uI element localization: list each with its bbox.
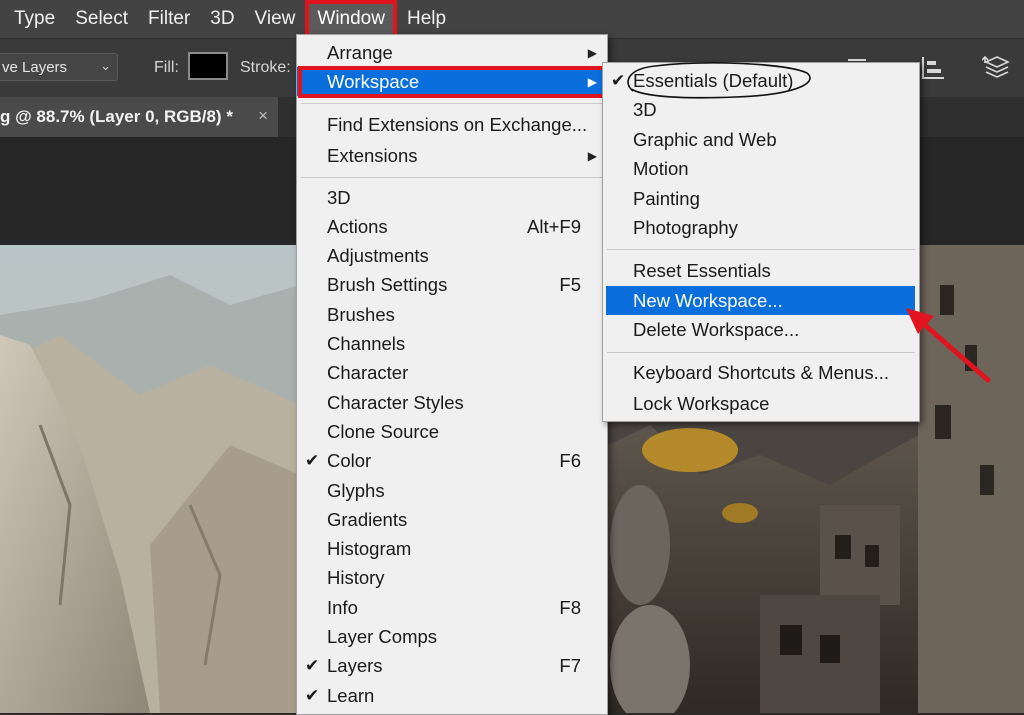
- menu-item-find-extensions[interactable]: Find Extensions on Exchange...: [297, 110, 607, 139]
- menu-view[interactable]: View: [245, 0, 306, 38]
- workspace-item-lock-workspace[interactable]: Lock Workspace: [603, 389, 919, 418]
- menu-item-label: Layer Comps: [327, 626, 438, 647]
- check-icon: ✔: [305, 656, 320, 676]
- menu-help[interactable]: Help: [397, 0, 456, 38]
- submenu-arrow-icon: ▶: [587, 148, 597, 163]
- menu-type[interactable]: Type: [0, 0, 65, 38]
- menu-item-layer-comps[interactable]: Layer Comps: [297, 623, 607, 652]
- menu-separator: [301, 177, 603, 178]
- menu-item-label: Brushes: [327, 303, 395, 325]
- menu-item-glyphs[interactable]: Glyphs: [297, 476, 607, 505]
- fill-color-swatch[interactable]: [188, 52, 228, 80]
- menu-item-label: Character: [327, 362, 409, 384]
- workspace-item-keyboard-shortcuts[interactable]: Keyboard Shortcuts & Menus...: [603, 358, 919, 387]
- workspace-item-painting[interactable]: Painting: [603, 184, 919, 213]
- menu-3d[interactable]: 3D: [200, 0, 244, 38]
- sample-layers-select[interactable]: ve Layers ⌄: [0, 53, 118, 81]
- menu-item-label: Glyphs: [327, 479, 385, 501]
- menu-item-extensions[interactable]: Extensions ▶: [297, 141, 607, 170]
- menu-item-label: Color: [327, 450, 372, 472]
- menu-item-label: 3D: [327, 186, 351, 208]
- menu-select[interactable]: Select: [65, 0, 138, 38]
- menu-item-label: History: [327, 567, 385, 589]
- menu-filter[interactable]: Filter: [138, 0, 200, 38]
- menu-item-character-styles[interactable]: Character Styles: [297, 388, 607, 417]
- close-icon[interactable]: ×: [258, 106, 268, 126]
- submenu-arrow-icon: ▶: [587, 45, 597, 60]
- menu-item-clone-source[interactable]: Clone Source: [297, 417, 607, 446]
- menu-item-history[interactable]: History: [297, 564, 607, 593]
- menu-item-channels[interactable]: Channels: [297, 330, 607, 359]
- workspace-item-delete-workspace[interactable]: Delete Workspace...: [603, 315, 919, 344]
- menu-item-brush-settings[interactable]: Brush Settings F5: [297, 271, 607, 300]
- workspace-item-motion[interactable]: Motion: [603, 154, 919, 183]
- menu-item-label: Learn: [327, 684, 375, 706]
- menu-item-label: Channels: [327, 333, 406, 354]
- stroke-label: Stroke:: [240, 59, 291, 76]
- menu-item-label: Clone Source: [327, 420, 440, 442]
- workspace-item-new-workspace[interactable]: New Workspace...: [606, 286, 915, 315]
- menu-item-label: Histogram: [327, 538, 412, 560]
- menu-window[interactable]: Window: [305, 0, 397, 38]
- window-menu: Arrange ▶ Workspace ▶ Find Extensions on…: [296, 34, 608, 715]
- menu-item-learn[interactable]: ✔ Learn: [297, 681, 607, 710]
- workspace-item-graphic-web[interactable]: Graphic and Web: [603, 125, 919, 154]
- menu-item-shortcut: Alt+F9: [527, 215, 581, 237]
- menu-item-character[interactable]: Character: [297, 359, 607, 388]
- menu-item-layers[interactable]: ✔ Layers F7: [297, 652, 607, 681]
- menu-item-label: Brush Settings: [327, 274, 448, 296]
- menu-item-brushes[interactable]: Brushes: [297, 300, 607, 329]
- menu-item-3d[interactable]: 3D: [297, 183, 607, 212]
- workspace-item-reset-essentials[interactable]: Reset Essentials: [603, 256, 919, 285]
- document-tab[interactable]: g @ 88.7% (Layer 0, RGB/8) * ×: [0, 97, 278, 137]
- menu-bar: Type Select Filter 3D View Window Help: [0, 0, 1024, 38]
- menu-item-shortcut: F8: [559, 596, 581, 618]
- workspace-item-photography[interactable]: Photography: [603, 213, 919, 242]
- menu-item-actions[interactable]: Actions Alt+F9: [297, 212, 607, 241]
- menu-separator: [607, 352, 915, 353]
- distribute-icon[interactable]: [918, 53, 948, 83]
- menu-item-label: Actions: [327, 215, 388, 237]
- menu-item-label: Info: [327, 596, 358, 618]
- sample-layers-value: ve Layers: [2, 58, 68, 76]
- menu-item-color[interactable]: ✔ Color F6: [297, 447, 607, 476]
- menu-separator: [301, 103, 603, 104]
- annotation-arrow-icon: [906, 308, 991, 383]
- annotation-highlight-box: [298, 66, 606, 98]
- menu-item-shortcut: F5: [559, 274, 581, 296]
- chevron-down-icon: ⌄: [100, 58, 111, 73]
- check-icon: ✔: [305, 685, 320, 705]
- menu-item-arrange[interactable]: Arrange ▶: [297, 38, 607, 67]
- menu-item-label: Adjustments: [327, 245, 429, 267]
- menu-item-info[interactable]: Info F8: [297, 593, 607, 622]
- menu-item-gradients[interactable]: Gradients: [297, 505, 607, 534]
- document-tab-title: g @ 88.7% (Layer 0, RGB/8) *: [0, 107, 233, 126]
- check-icon: ✔: [305, 451, 320, 471]
- menu-item-label: Character Styles: [327, 391, 464, 413]
- menu-item-adjustments[interactable]: Adjustments: [297, 242, 607, 271]
- layers-stack-icon[interactable]: [982, 53, 1012, 83]
- workspace-item-3d[interactable]: 3D: [603, 95, 919, 124]
- menu-item-shortcut: F6: [559, 450, 581, 472]
- workspace-submenu: ✔ Essentials (Default) 3D Graphic and We…: [602, 62, 920, 422]
- menu-item-label: Layers: [327, 655, 383, 677]
- fill-label: Fill:: [154, 59, 179, 76]
- menu-item-histogram[interactable]: Histogram: [297, 535, 607, 564]
- menu-item-label: Gradients: [327, 508, 408, 530]
- menu-separator: [607, 249, 915, 250]
- menu-item-shortcut: F7: [559, 655, 581, 677]
